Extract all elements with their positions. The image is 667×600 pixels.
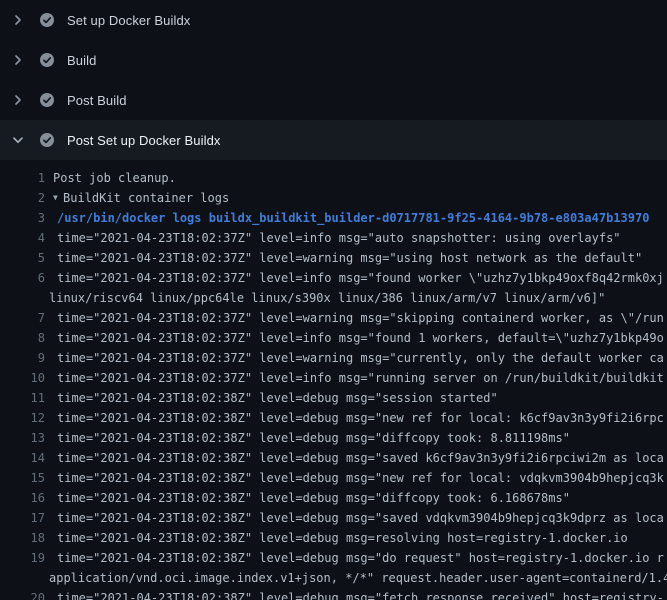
log-line: 19 time="2021-04-23T18:02:38Z" level=deb… xyxy=(0,548,667,568)
step-label: Set up Docker Buildx xyxy=(67,13,190,28)
check-circle-icon xyxy=(39,92,55,108)
line-text: time="2021-04-23T18:02:38Z" level=debug … xyxy=(57,408,664,428)
line-number[interactable]: 16 xyxy=(0,488,45,508)
triangle-down-icon: ▼ xyxy=(53,188,63,208)
log-line[interactable]: 2 ▼ BuildKit container logs xyxy=(0,188,667,208)
log-line: 6 time="2021-04-23T18:02:37Z" level=info… xyxy=(0,268,667,288)
line-number[interactable]: 9 xyxy=(0,348,45,368)
step-label: Build xyxy=(67,53,96,68)
line-number[interactable]: 13 xyxy=(0,428,45,448)
log-line: 10 time="2021-04-23T18:02:37Z" level=inf… xyxy=(0,368,667,388)
line-number[interactable]: 20 xyxy=(0,588,45,600)
log-line: 13 time="2021-04-23T18:02:38Z" level=deb… xyxy=(0,428,667,448)
log-line: 9 time="2021-04-23T18:02:37Z" level=warn… xyxy=(0,348,667,368)
line-number[interactable]: 8 xyxy=(0,328,45,348)
line-text: time="2021-04-23T18:02:38Z" level=debug … xyxy=(57,508,664,528)
line-text: linux/riscv64 linux/ppc64le linux/s390x … xyxy=(49,288,605,308)
line-text: time="2021-04-23T18:02:38Z" level=debug … xyxy=(57,548,664,568)
line-text: application/vnd.oci.image.index.v1+json,… xyxy=(49,568,667,588)
step-row[interactable]: Post Build xyxy=(0,80,667,120)
log-line: 1 Post job cleanup. xyxy=(0,168,667,188)
chevron-right-icon xyxy=(10,12,26,28)
steps-list: Set up Docker Buildx Build xyxy=(0,0,667,160)
line-number[interactable]: 3 xyxy=(0,208,45,228)
log-line: 17 time="2021-04-23T18:02:38Z" level=deb… xyxy=(0,508,667,528)
line-text: time="2021-04-23T18:02:37Z" level=info m… xyxy=(57,368,664,388)
log-line: 5 time="2021-04-23T18:02:37Z" level=warn… xyxy=(0,248,667,268)
line-text: time="2021-04-23T18:02:38Z" level=debug … xyxy=(57,488,570,508)
line-number[interactable]: 17 xyxy=(0,508,45,528)
line-text: time="2021-04-23T18:02:38Z" level=debug … xyxy=(57,468,664,488)
log-line: 11 time="2021-04-23T18:02:38Z" level=deb… xyxy=(0,388,667,408)
line-number[interactable]: 5 xyxy=(0,248,45,268)
check-circle-icon xyxy=(39,12,55,28)
line-text: Post job cleanup. xyxy=(53,168,176,188)
step-label: Post Build xyxy=(67,93,127,108)
line-text: time="2021-04-23T18:02:38Z" level=debug … xyxy=(57,428,570,448)
line-number[interactable]: 10 xyxy=(0,368,45,388)
check-circle-icon xyxy=(39,132,55,148)
line-text: time="2021-04-23T18:02:38Z" level=debug … xyxy=(57,448,664,468)
line-number[interactable]: 11 xyxy=(0,388,45,408)
line-number xyxy=(0,568,45,588)
line-number[interactable]: 12 xyxy=(0,408,45,428)
chevron-right-icon xyxy=(10,52,26,68)
log-line: application/vnd.oci.image.index.v1+json,… xyxy=(0,568,667,588)
line-text: time="2021-04-23T18:02:37Z" level=info m… xyxy=(57,268,664,288)
line-number[interactable]: 4 xyxy=(0,228,45,248)
log-line: 12 time="2021-04-23T18:02:38Z" level=deb… xyxy=(0,408,667,428)
line-text: BuildKit container logs xyxy=(63,188,229,208)
log-line: 15 time="2021-04-23T18:02:38Z" level=deb… xyxy=(0,468,667,488)
log-line: 14 time="2021-04-23T18:02:38Z" level=deb… xyxy=(0,448,667,468)
line-text: time="2021-04-23T18:02:37Z" level=info m… xyxy=(57,328,664,348)
log-line: 18 time="2021-04-23T18:02:38Z" level=deb… xyxy=(0,528,667,548)
line-number[interactable]: 14 xyxy=(0,448,45,468)
log-area: 1 Post job cleanup. 2 ▼ BuildKit contain… xyxy=(0,160,667,600)
line-text: /usr/bin/docker logs buildx_buildkit_bui… xyxy=(57,208,649,228)
log-line: 3 /usr/bin/docker logs buildx_buildkit_b… xyxy=(0,208,667,228)
log-line: linux/riscv64 linux/ppc64le linux/s390x … xyxy=(0,288,667,308)
line-number[interactable]: 18 xyxy=(0,528,45,548)
log-line: 7 time="2021-04-23T18:02:37Z" level=warn… xyxy=(0,308,667,328)
check-circle-icon xyxy=(39,52,55,68)
log-line: 4 time="2021-04-23T18:02:37Z" level=info… xyxy=(0,228,667,248)
step-row[interactable]: Build xyxy=(0,40,667,80)
log-line: 8 time="2021-04-23T18:02:37Z" level=info… xyxy=(0,328,667,348)
line-number[interactable]: 2 xyxy=(0,188,45,208)
line-number[interactable]: 7 xyxy=(0,308,45,328)
line-number[interactable]: 19 xyxy=(0,548,45,568)
chevron-down-icon xyxy=(10,132,26,148)
line-text: time="2021-04-23T18:02:37Z" level=warnin… xyxy=(57,248,642,268)
line-text: time="2021-04-23T18:02:38Z" level=debug … xyxy=(57,388,498,408)
line-text: time="2021-04-23T18:02:38Z" level=debug … xyxy=(57,588,664,600)
log-line: 16 time="2021-04-23T18:02:38Z" level=deb… xyxy=(0,488,667,508)
step-label: Post Set up Docker Buildx xyxy=(67,133,221,148)
line-text: time="2021-04-23T18:02:37Z" level=warnin… xyxy=(57,308,664,328)
line-text: time="2021-04-23T18:02:37Z" level=info m… xyxy=(57,228,621,248)
line-text: time="2021-04-23T18:02:38Z" level=debug … xyxy=(57,528,628,548)
line-number xyxy=(0,288,45,308)
step-row[interactable]: Set up Docker Buildx xyxy=(0,0,667,40)
line-number[interactable]: 1 xyxy=(0,168,45,188)
line-number[interactable]: 6 xyxy=(0,268,45,288)
line-number[interactable]: 15 xyxy=(0,468,45,488)
line-text: time="2021-04-23T18:02:37Z" level=warnin… xyxy=(57,348,664,368)
log-line: 20 time="2021-04-23T18:02:38Z" level=deb… xyxy=(0,588,667,600)
step-row[interactable]: Post Set up Docker Buildx xyxy=(0,120,667,160)
chevron-right-icon xyxy=(10,92,26,108)
